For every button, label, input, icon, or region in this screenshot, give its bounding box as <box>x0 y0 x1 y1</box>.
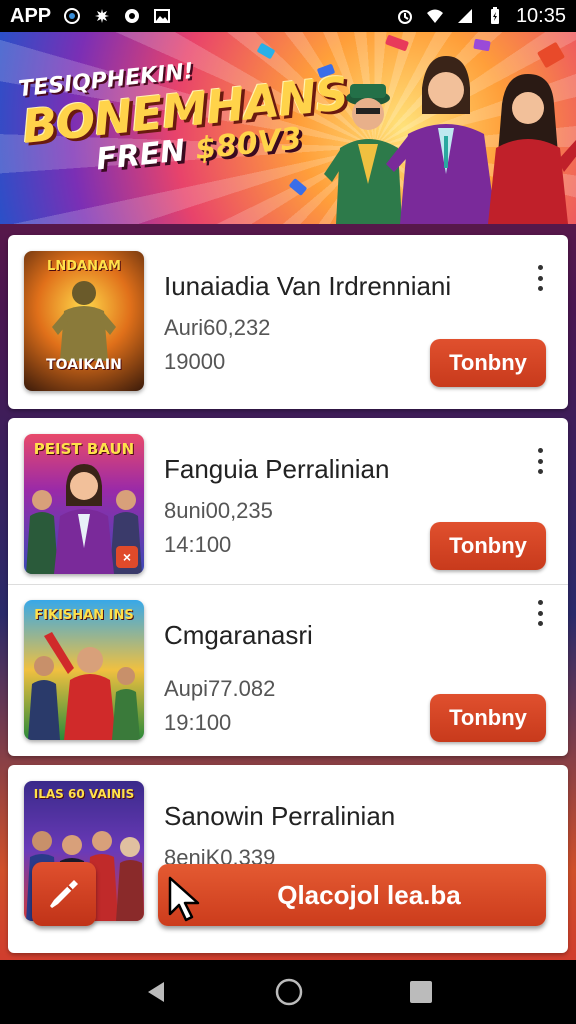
promo-banner[interactable]: TESIQPHEKIN! BONEMHANS FREN $80V3 <box>0 32 576 224</box>
status-bar: APP 10:35 <box>0 0 576 32</box>
warrior-figure-icon <box>52 281 116 361</box>
signal-icon <box>457 9 472 23</box>
home-icon[interactable] <box>274 977 304 1007</box>
cta-label: Qlacojol lea.ba <box>277 879 461 910</box>
close-badge-icon: × <box>116 546 138 568</box>
app-screen: APP 10:35 TESIQPHEKIN! BONEMHANS FREN $8… <box>0 0 576 1024</box>
primary-cta-button[interactable]: Qlacojol lea.ba <box>158 864 546 926</box>
item-action-button[interactable]: Tonbny <box>430 522 546 570</box>
status-time: 10:35 <box>515 4 566 27</box>
more-vert-icon[interactable] <box>530 265 550 291</box>
tool-fab-button[interactable] <box>32 862 96 926</box>
game-thumbnail[interactable]: FIKISHAN INS <box>24 600 144 740</box>
settings-icon <box>95 9 110 23</box>
game-thumbnail[interactable]: LNDANAM TOAIKAIN <box>24 251 144 391</box>
item-subtitle: Aupi77.082 <box>164 676 276 701</box>
item-number: 14:100 <box>164 532 232 557</box>
image-icon <box>154 9 171 23</box>
list-card: LNDANAM TOAIKAIN Iunaiadia Van Irdrennia… <box>8 235 568 409</box>
item-subtitle: Auri60,232 <box>164 315 271 340</box>
more-vert-icon[interactable] <box>530 448 550 474</box>
item-title: Fanguia Perralinian <box>164 454 390 484</box>
item-subtitle: 8uni00,235 <box>164 498 273 523</box>
item-number: 19:100 <box>164 710 232 735</box>
list-item[interactable]: FIKISHAN INS Cmgaranasri Aupi77.082 19:1… <box>8 584 568 752</box>
battery-icon <box>490 7 499 24</box>
tool-icon <box>50 880 78 908</box>
item-number: 19000 <box>164 349 226 374</box>
list-item[interactable]: PEIST BAUN × Fanguia Perralinian 8uni00,… <box>8 418 568 586</box>
back-icon[interactable] <box>142 978 170 1006</box>
recents-icon[interactable] <box>408 979 434 1005</box>
thumbnail-title: FIKISHAN INS <box>34 608 134 623</box>
item-action-button[interactable]: Tonbny <box>430 694 546 742</box>
item-title: Iunaiadia Van Irdrenniani <box>164 271 452 301</box>
list-card: PEIST BAUN × Fanguia Perralinian 8uni00,… <box>8 418 568 756</box>
thumbnail-title: LNDANAM <box>47 259 121 274</box>
vpn-icon <box>64 8 81 24</box>
record-icon <box>125 9 140 23</box>
item-title: Sanowin Perralinian <box>164 801 396 831</box>
thumbnail-title: ILAS 60 VAINIS <box>33 787 135 801</box>
host-woman-red-illustration <box>488 74 576 224</box>
navigation-bar <box>0 960 576 1024</box>
more-vert-icon[interactable] <box>530 600 550 626</box>
thumbnail-caption: TOAIKAIN <box>46 357 122 373</box>
list-item[interactable]: LNDANAM TOAIKAIN Iunaiadia Van Irdrennia… <box>8 235 568 403</box>
status-app-label: APP <box>10 4 52 27</box>
wifi-icon <box>426 9 443 23</box>
players-group-icon <box>28 632 140 740</box>
item-action-button[interactable]: Tonbny <box>430 339 546 387</box>
item-title: Cmgaranasri <box>164 620 313 650</box>
cursor-icon <box>168 876 200 922</box>
alarm-icon <box>397 10 412 24</box>
game-thumbnail[interactable]: PEIST BAUN × <box>24 434 144 574</box>
